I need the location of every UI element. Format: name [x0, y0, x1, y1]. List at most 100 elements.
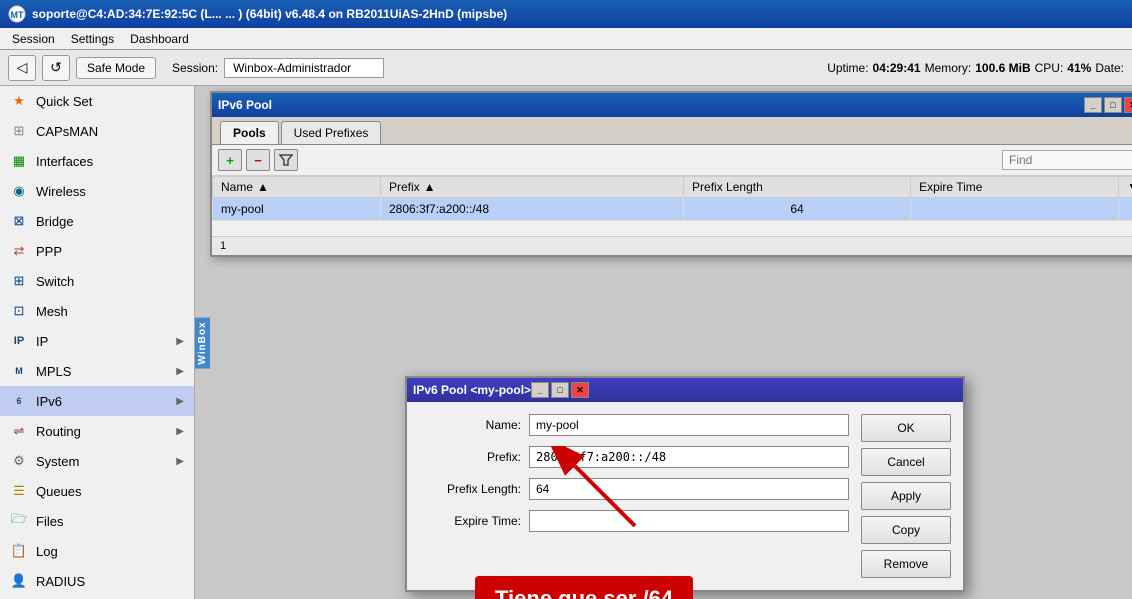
- sidebar-item-mpls[interactable]: M MPLS ▶: [0, 356, 194, 386]
- dialog-window-controls: _ □ ✕: [531, 382, 589, 398]
- svg-text:MT: MT: [11, 10, 24, 20]
- sidebar-item-mesh[interactable]: ⊡ Mesh: [0, 296, 194, 326]
- dialog-maximize-button[interactable]: □: [551, 382, 569, 398]
- system-arrow: ▶: [176, 456, 184, 467]
- expire-time-row: Expire Time:: [419, 510, 849, 532]
- ok-button[interactable]: OK: [861, 414, 951, 442]
- sidebar-item-wireless[interactable]: ◉ Wireless: [0, 176, 194, 206]
- dialog-title: IPv6 Pool <my-pool>: [413, 383, 531, 397]
- sidebar-item-interfaces[interactable]: ▦ Interfaces: [0, 146, 194, 176]
- dialog-close-button[interactable]: ✕: [571, 382, 589, 398]
- copy-button[interactable]: Copy: [861, 516, 951, 544]
- dialog-minimize-button[interactable]: _: [531, 382, 549, 398]
- radius-icon: 👤: [10, 572, 28, 590]
- cpu-label: CPU:: [1035, 61, 1064, 75]
- mesh-icon: ⊡: [10, 302, 28, 320]
- sidebar-item-routing[interactable]: ⇌ Routing ▶: [0, 416, 194, 446]
- memory-value: 100.6 MiB: [975, 61, 1030, 75]
- expire-time-label: Expire Time:: [419, 514, 529, 528]
- sidebar-item-files[interactable]: 🗁 Files: [0, 506, 194, 536]
- menu-dashboard[interactable]: Dashboard: [122, 30, 197, 48]
- sidebar-item-system[interactable]: ⚙ System ▶: [0, 446, 194, 476]
- prefix-input[interactable]: [529, 446, 849, 468]
- tab-used-prefixes[interactable]: Used Prefixes: [281, 121, 382, 144]
- prefix-row: Prefix:: [419, 446, 849, 468]
- menu-session[interactable]: Session: [4, 30, 63, 48]
- bridge-icon: ⊠: [10, 212, 28, 230]
- capsman-icon: ⊞: [10, 122, 28, 140]
- remove-button[interactable]: −: [246, 149, 270, 171]
- sidebar-item-ip[interactable]: IP IP ▶: [0, 326, 194, 356]
- title-bar: MT soporte@C4:AD:34:7E:92:5C (L... ... )…: [0, 0, 1132, 28]
- files-icon: 🗁: [10, 512, 28, 530]
- sidebar-item-bridge[interactable]: ⊠ Bridge: [0, 206, 194, 236]
- sidebar-item-radius[interactable]: 👤 RADIUS: [0, 566, 194, 596]
- filter-button[interactable]: [274, 149, 298, 171]
- prefix-label: Prefix:: [419, 450, 529, 464]
- expire-time-input[interactable]: [529, 510, 849, 532]
- sidebar-label-radius: RADIUS: [36, 574, 85, 589]
- cancel-button[interactable]: Cancel: [861, 448, 951, 476]
- sidebar-item-quick-set[interactable]: ★ Quick Set: [0, 86, 194, 116]
- name-label: Name:: [419, 418, 529, 432]
- ip-icon: IP: [10, 332, 28, 350]
- safe-mode-button[interactable]: Safe Mode: [76, 57, 156, 79]
- pool-window-titlebar[interactable]: IPv6 Pool _ □ ✕: [212, 93, 1132, 117]
- sidebar-item-capsman[interactable]: ⊞ CAPsMAN: [0, 116, 194, 146]
- prefix-length-label: Prefix Length:: [419, 482, 529, 496]
- sidebar-item-queues[interactable]: ☰ Queues: [0, 476, 194, 506]
- minimize-button[interactable]: _: [1084, 97, 1102, 113]
- sidebar-label-quick-set: Quick Set: [36, 94, 92, 109]
- window-controls: _ □ ✕: [1084, 97, 1132, 113]
- apply-button[interactable]: Apply: [861, 482, 951, 510]
- col-expire-time: Expire Time: [911, 177, 1119, 198]
- remove-button[interactable]: Remove: [861, 550, 951, 578]
- sidebar-item-switch[interactable]: ⊞ Switch: [0, 266, 194, 296]
- sidebar-label-bridge: Bridge: [36, 214, 74, 229]
- add-button[interactable]: +: [218, 149, 242, 171]
- mpls-icon: M: [10, 362, 28, 380]
- sidebar-item-ipv6[interactable]: 6 IPv6 ▶: [0, 386, 194, 416]
- cell-prefix: 2806:3f7:a200::/48: [380, 198, 683, 221]
- dialog-buttons: OK Cancel Apply Copy Remove: [861, 414, 951, 578]
- sidebar-label-switch: Switch: [36, 274, 74, 289]
- winbox-label: WinBox: [195, 317, 210, 368]
- sidebar-label-files: Files: [36, 514, 63, 529]
- name-input[interactable]: [529, 414, 849, 436]
- close-button[interactable]: ✕: [1124, 97, 1132, 113]
- ppp-icon: ⇄: [10, 242, 28, 260]
- col-dropdown[interactable]: ▼: [1119, 177, 1132, 198]
- pool-dialog: IPv6 Pool <my-pool> _ □ ✕ Name: Prefix:: [405, 376, 965, 592]
- prefix-length-input[interactable]: [529, 478, 849, 500]
- col-prefix: Prefix ▲: [380, 177, 683, 198]
- menu-bar: Session Settings Dashboard: [0, 28, 1132, 50]
- refresh-button[interactable]: ↺: [42, 55, 70, 81]
- cpu-value: 41%: [1067, 61, 1091, 75]
- tab-pools[interactable]: Pools: [220, 121, 279, 144]
- routing-arrow: ▶: [176, 426, 184, 437]
- pool-toolbar: + −: [212, 145, 1132, 176]
- find-input[interactable]: [1002, 150, 1132, 170]
- pool-window-title: IPv6 Pool: [218, 98, 1084, 112]
- col-prefix-length: Prefix Length: [684, 177, 911, 198]
- table-row[interactable]: my-pool 2806:3f7:a200::/48 64: [213, 198, 1132, 221]
- sidebar-label-capsman: CAPsMAN: [36, 124, 98, 139]
- sidebar-item-ppp[interactable]: ⇄ PPP: [0, 236, 194, 266]
- sidebar-label-system: System: [36, 454, 79, 469]
- row-count: 1: [220, 240, 226, 252]
- sidebar-label-ip: IP: [36, 334, 48, 349]
- back-button[interactable]: ◁: [8, 55, 36, 81]
- menu-settings[interactable]: Settings: [63, 30, 122, 48]
- dialog-body: Name: Prefix: Prefix Length: Expire Time…: [407, 402, 963, 590]
- sidebar-item-log[interactable]: 📋 Log: [0, 536, 194, 566]
- quickset-icon: ★: [10, 92, 28, 110]
- app-logo: MT: [8, 5, 26, 23]
- queues-icon: ☰: [10, 482, 28, 500]
- prefix-length-row: Prefix Length:: [419, 478, 849, 500]
- wireless-icon: ◉: [10, 182, 28, 200]
- uptime-label: Uptime:: [827, 61, 868, 75]
- pool-table: Name ▲ Prefix ▲ Pre: [212, 176, 1132, 221]
- pool-table-container: Name ▲ Prefix ▲ Pre: [212, 176, 1132, 236]
- maximize-button[interactable]: □: [1104, 97, 1122, 113]
- dialog-titlebar[interactable]: IPv6 Pool <my-pool> _ □ ✕: [407, 378, 963, 402]
